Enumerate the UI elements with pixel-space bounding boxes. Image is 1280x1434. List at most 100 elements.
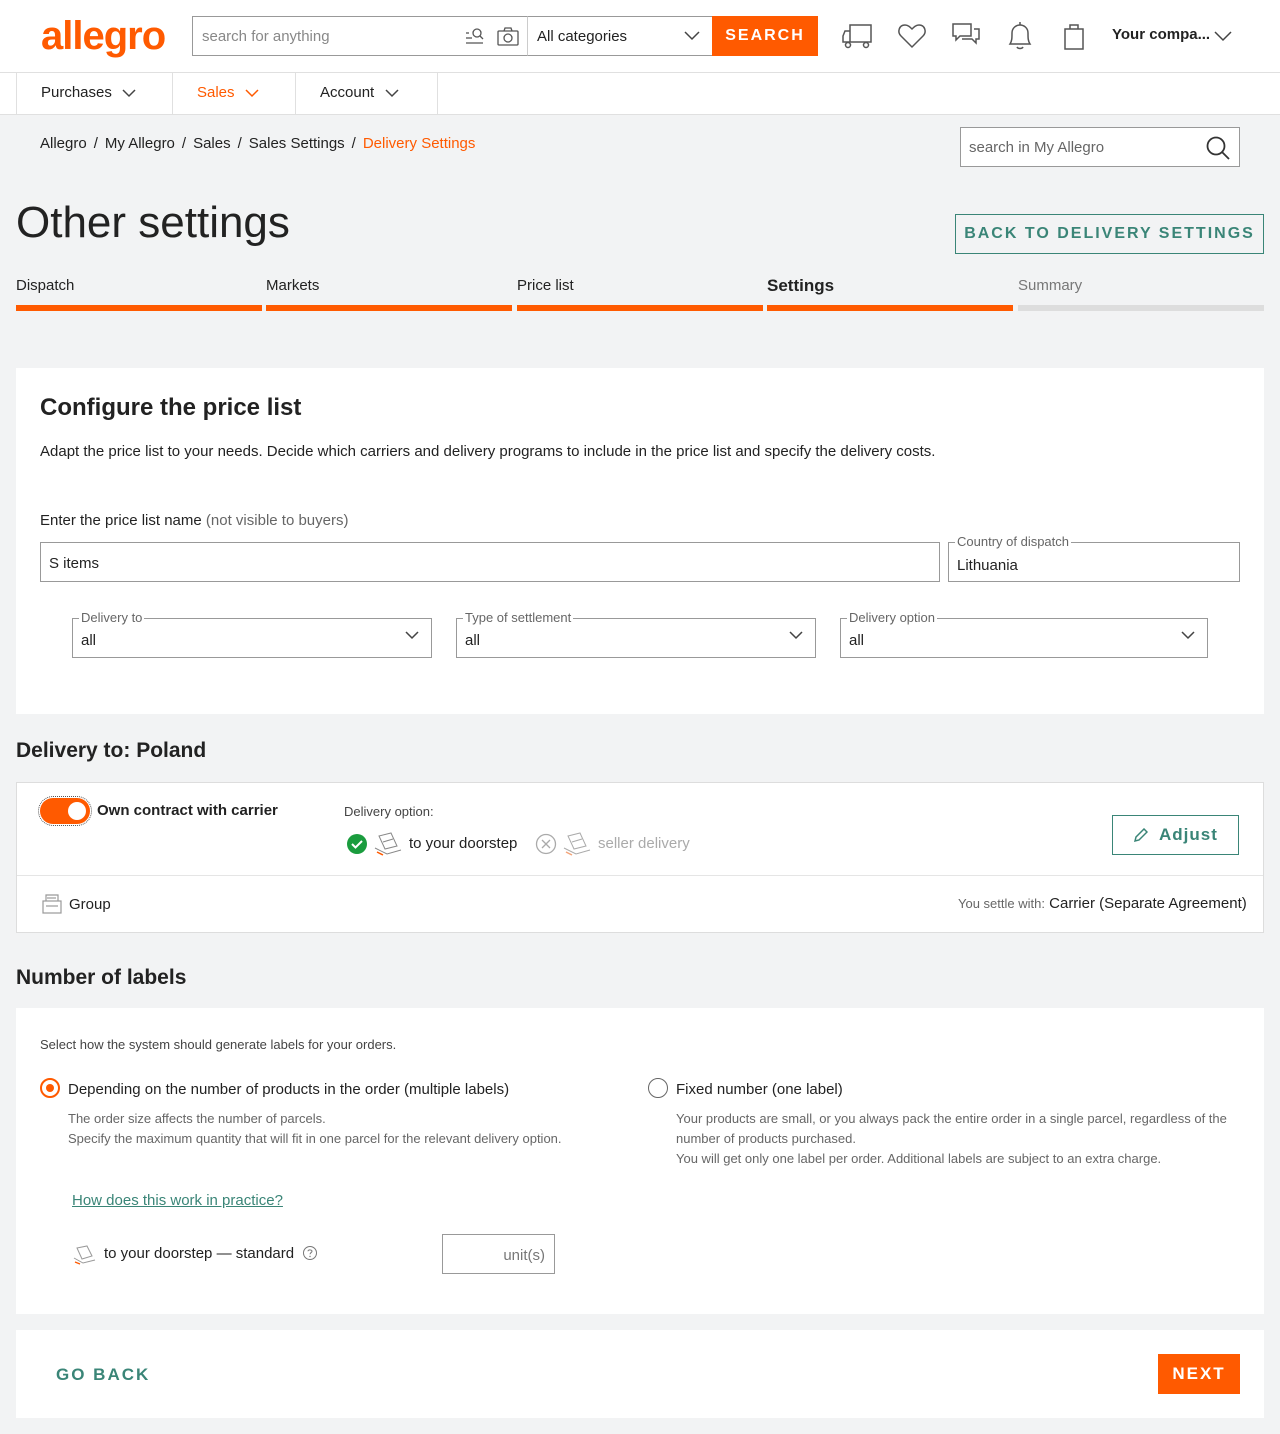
search-input[interactable]: search for anything: [192, 16, 528, 56]
breadcrumb-separator: /: [181, 135, 187, 152]
search-icon[interactable]: [1205, 135, 1231, 161]
radio-multiple-labels[interactable]: [40, 1078, 60, 1098]
breadcrumb: Allegro / My Allegro / Sales / Sales Settings /…: [40, 135, 475, 152]
back-to-delivery-settings-button[interactable]: BACK TO DELIVERY SETTINGS: [955, 214, 1264, 254]
parcel-courier-icon: [73, 1245, 96, 1265]
radio-one-label[interactable]: [648, 1078, 668, 1098]
step-summary: Summary: [1018, 277, 1264, 311]
camera-icon[interactable]: [497, 27, 519, 47]
divider: [17, 875, 1263, 876]
delivery-option-doorstep: to your doorstep: [409, 835, 518, 852]
adjust-button[interactable]: Adjust: [1112, 815, 1239, 855]
step-price-list[interactable]: Price list: [517, 277, 763, 311]
units-per-parcel-input[interactable]: unit(s): [442, 1234, 555, 1274]
chevron-down-icon: [122, 89, 136, 98]
settle-with-value: Carrier (Separate Agreement): [1049, 895, 1247, 912]
breadcrumb-item[interactable]: My Allegro: [105, 135, 175, 152]
step-progress-bar: [16, 305, 262, 311]
chevron-down-icon: [385, 89, 399, 98]
option-multiple-labels-title[interactable]: Depending on the number of products in t…: [68, 1081, 509, 1098]
step-progress-bar: [266, 305, 512, 311]
own-contract-label: Own contract with carrier: [97, 802, 278, 819]
step-label: Summary: [1018, 277, 1083, 294]
allegro-logo[interactable]: allegro: [41, 14, 166, 59]
config-title: Configure the price list: [40, 394, 302, 421]
price-list-name-input[interactable]: S items: [40, 542, 940, 582]
chevron-down-icon[interactable]: [1214, 31, 1232, 42]
delivery-option-seller: seller delivery: [598, 835, 690, 852]
category-select[interactable]: All categories: [527, 16, 713, 56]
country-of-dispatch-field[interactable]: Country of dispatch Lithuania: [948, 534, 1240, 582]
labels-intro: Select how the system should generate la…: [40, 1037, 397, 1052]
tab-label: Purchases: [41, 84, 112, 101]
account-name: Your compa...: [1112, 26, 1211, 43]
delivery-to-label: Delivery to: [79, 610, 145, 625]
next-button[interactable]: NEXT: [1158, 1354, 1240, 1394]
parcel-courier-icon: [563, 832, 591, 856]
name-label-text: Enter the price list name: [40, 512, 202, 529]
breadcrumb-item[interactable]: Sales: [193, 135, 231, 152]
option-one-label-desc: Your products are small, or you always p…: [676, 1109, 1227, 1169]
units-placeholder: unit(s): [503, 1247, 545, 1264]
delivery-option-caption: Delivery option:: [344, 804, 434, 819]
breadcrumb-separator: /: [237, 135, 242, 152]
number-of-labels-title: Number of labels: [16, 966, 187, 989]
step-label: Markets: [266, 277, 320, 294]
desc-line: You will get only one label per order. A…: [676, 1151, 1162, 1166]
how-does-this-work-link[interactable]: How does this work in practice?: [72, 1192, 283, 1209]
breadcrumb-current: Delivery Settings: [362, 135, 476, 152]
desc-line: Specify the maximum quantity that will f…: [68, 1131, 562, 1146]
settle-with: You settle with: Carrier (Separate Agree…: [958, 895, 1247, 912]
chevron-down-icon: [789, 631, 803, 640]
delivery-to-poland-title: Delivery to: Poland: [16, 739, 207, 762]
settlement-type-select[interactable]: Type of settlement all: [456, 610, 816, 658]
delivery-option-select[interactable]: Delivery option all: [840, 610, 1208, 658]
name-label-hint: (not visible to buyers): [205, 512, 349, 529]
tab-label: Account: [320, 84, 375, 101]
shopping-bag-icon[interactable]: [1058, 20, 1090, 52]
desc-line: Your products are small, or you always p…: [676, 1111, 1227, 1126]
breadcrumb-item[interactable]: Allegro: [40, 135, 87, 152]
chevron-down-icon: [1181, 631, 1195, 640]
bell-icon[interactable]: [1004, 20, 1036, 52]
breadcrumb-separator: /: [351, 135, 356, 152]
price-list-name-value: S items: [49, 555, 100, 572]
footer-actions: [16, 1330, 1264, 1418]
step-dispatch[interactable]: Dispatch: [16, 277, 262, 311]
settlement-type-value: all: [465, 632, 481, 649]
category-value: All categories: [537, 28, 628, 45]
tab-account[interactable]: Account: [296, 73, 438, 114]
tab-purchases[interactable]: Purchases: [16, 73, 173, 114]
page-title: Other settings: [16, 198, 290, 247]
option-one-label-title[interactable]: Fixed number (one label): [676, 1081, 843, 1098]
delivery-to-value: all: [81, 632, 97, 649]
visual-search-list-icon[interactable]: [465, 27, 485, 47]
delivery-truck-icon[interactable]: [842, 20, 874, 52]
breadcrumb-item[interactable]: Sales Settings: [249, 135, 345, 152]
section-nav: Purchases Sales Account: [0, 73, 1280, 115]
settle-with-label: You settle with:: [958, 896, 1045, 911]
account-menu[interactable]: Your compa...: [1112, 26, 1210, 43]
step-label: Dispatch: [16, 277, 75, 294]
my-allegro-search-placeholder: search in My Allegro: [969, 139, 1105, 156]
country-of-dispatch-value: Lithuania: [957, 557, 1018, 574]
step-progress-bar: [1018, 305, 1264, 311]
tab-sales[interactable]: Sales: [173, 73, 296, 114]
step-markets[interactable]: Markets: [266, 277, 512, 311]
desc-line: The order size affects the number of par…: [68, 1111, 326, 1126]
step-progress-bar: [767, 305, 1013, 311]
go-back-button[interactable]: GO BACK: [56, 1365, 150, 1385]
cross-circle-icon: [535, 833, 557, 855]
group-label: Group: [69, 896, 111, 913]
parcel-courier-icon: [374, 832, 402, 856]
help-icon[interactable]: [302, 1245, 318, 1261]
own-contract-toggle[interactable]: [38, 796, 92, 826]
delivery-to-select[interactable]: Delivery to all: [72, 610, 432, 658]
settlement-type-label: Type of settlement: [463, 610, 574, 625]
heart-icon[interactable]: [896, 20, 928, 52]
step-progress-bar: [517, 305, 763, 311]
my-allegro-search-input[interactable]: search in My Allegro: [960, 127, 1240, 167]
messages-icon[interactable]: [950, 20, 982, 52]
search-button[interactable]: SEARCH: [712, 16, 818, 56]
delivery-option-label: Delivery option: [847, 610, 937, 625]
